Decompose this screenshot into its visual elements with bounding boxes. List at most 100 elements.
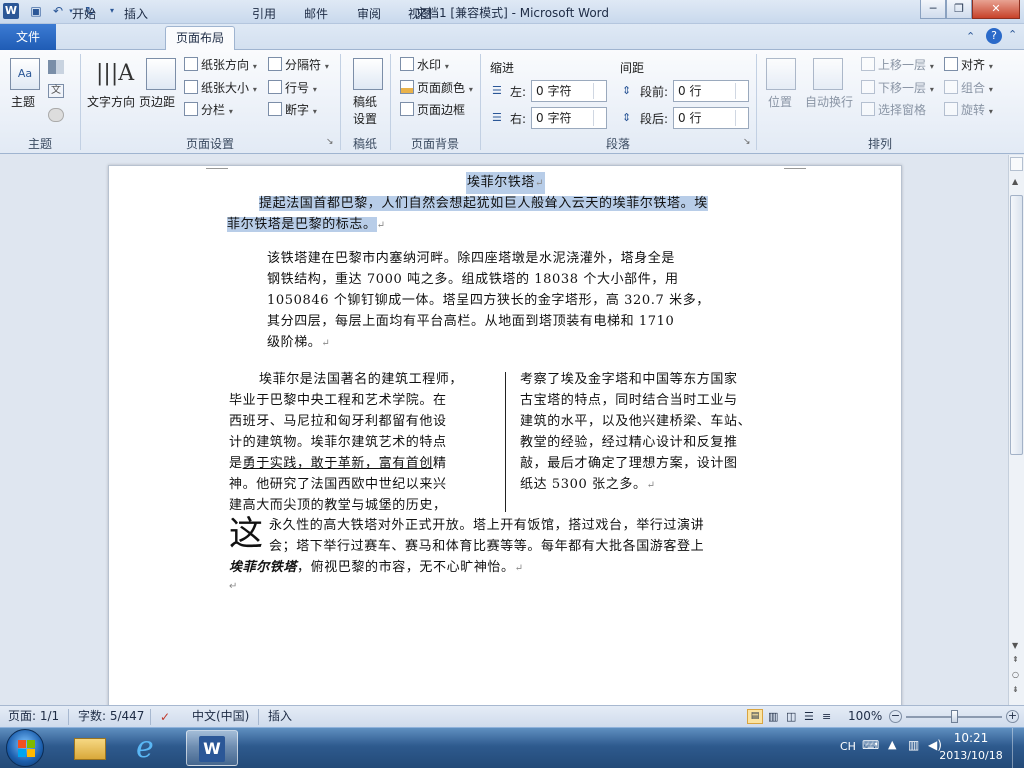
folder-icon — [74, 738, 106, 760]
page-borders-button[interactable]: 页面边框 — [400, 101, 465, 118]
text-direction-button[interactable]: 文字方向 — [87, 93, 135, 110]
tab-mailings[interactable]: 邮件 — [294, 3, 338, 26]
theme-fonts-icon[interactable]: 文 — [48, 84, 64, 98]
watermark-button[interactable]: 水印 ▾ — [400, 56, 449, 73]
page-count[interactable]: 页面: 1/1 — [8, 706, 59, 727]
draft-paper-icon[interactable] — [353, 58, 383, 90]
vertical-scrollbar[interactable]: ▲ ▼ ⇞ ○ ⇟ — [1008, 155, 1024, 705]
tab-review[interactable]: 审阅 — [347, 3, 391, 26]
web-layout-icon[interactable]: ◫ — [786, 706, 796, 727]
breaks-button[interactable]: 分隔符 ▾ — [268, 56, 329, 73]
help-icon[interactable]: ? — [986, 28, 1002, 44]
close-button[interactable]: ✕ — [972, 0, 1020, 19]
language-indicator[interactable]: 中文(中国) — [192, 706, 249, 727]
windows-logo-icon — [18, 740, 26, 748]
keyboard-icon[interactable]: ⌨ — [862, 738, 879, 752]
empty-paragraph-mark: ↵ — [229, 581, 238, 592]
tab-page-layout[interactable]: 页面布局 — [165, 26, 236, 50]
print-layout-icon[interactable]: ▤ — [747, 709, 763, 724]
orientation-button[interactable]: 纸张方向 ▾ — [184, 56, 257, 73]
zoom-level[interactable]: 100% — [848, 706, 882, 727]
next-page-icon[interactable]: ⇟ — [1012, 685, 1019, 694]
show-desktop-button[interactable] — [1012, 728, 1024, 768]
indent-left-icon: ☰ — [492, 84, 502, 97]
columns-button[interactable]: 分栏 ▾ — [184, 101, 233, 118]
wrap-text-icon[interactable] — [813, 58, 843, 90]
theme-effects-icon[interactable] — [48, 108, 64, 122]
tab-home[interactable]: 开始 — [62, 3, 106, 26]
draft-setup-button[interactable]: 设置 — [353, 110, 377, 127]
hyphenation-button[interactable]: 断字 ▾ — [268, 101, 317, 118]
wrap-text-button[interactable]: 自动换行 — [805, 93, 853, 110]
spacing-after-input[interactable]: 0 行 — [673, 107, 749, 129]
paragraph-dropcap[interactable]: 永久性的高大铁塔对外正式开放。塔上开有饭馆，搭过戏台，举行过演讲 会；塔下举行过… — [269, 515, 789, 557]
zoom-out-icon[interactable]: − — [889, 710, 902, 723]
outline-view-icon[interactable]: ☰ — [804, 706, 814, 727]
hyphenation-icon — [268, 102, 282, 116]
position-icon[interactable] — [766, 58, 796, 90]
scroll-thumb[interactable] — [1010, 195, 1023, 455]
send-backward-button[interactable]: 下移一层 ▾ — [861, 79, 934, 96]
rotate-button[interactable]: 旋转 ▾ — [944, 101, 993, 118]
margins-button[interactable]: 页边距 — [139, 93, 175, 110]
doc-title[interactable]: 埃菲尔铁塔↵ — [466, 172, 545, 194]
minimize-button[interactable]: ─ — [920, 0, 946, 19]
zoom-slider-thumb[interactable] — [951, 710, 958, 723]
group-button[interactable]: 组合 ▾ — [944, 79, 993, 96]
size-button[interactable]: 纸张大小 ▾ — [184, 79, 257, 96]
paragraph-intro[interactable]: 提起法国首都巴黎，人们自然会想起犹如巨人般耸入云天的埃菲尔铁塔。埃 菲尔铁塔是巴… — [227, 193, 787, 236]
insert-mode[interactable]: 插入 — [268, 706, 292, 727]
clock-date[interactable]: 2013/10/18 — [938, 749, 1004, 762]
scroll-up-icon[interactable]: ▲ — [1012, 177, 1018, 186]
draft-view-icon[interactable]: ≡ — [822, 706, 831, 727]
indent-left-input[interactable]: 0 字符 — [531, 80, 607, 102]
column-left[interactable]: 埃菲尔是法国著名的建筑工程师， 毕业于巴黎中央工程和艺术学院。在 西班牙、马尼拉… — [229, 369, 497, 516]
document-page[interactable]: 埃菲尔铁塔↵ 提起法国首都巴黎，人们自然会想起犹如巨人般耸入云天的埃菲尔铁塔。埃… — [108, 165, 902, 710]
draft-paper-button[interactable]: 稿纸 — [353, 93, 377, 110]
page-color-button[interactable]: 页面颜色 ▾ — [400, 79, 473, 96]
line-numbers-button[interactable]: 行号 ▾ — [268, 79, 317, 96]
indent-right-input[interactable]: 0 字符 — [531, 107, 607, 129]
themes-button[interactable]: 主题 — [11, 93, 35, 110]
margins-icon[interactable] — [146, 58, 176, 90]
zoom-in-icon[interactable]: + — [1006, 710, 1019, 723]
themes-icon[interactable]: Aa — [10, 58, 40, 90]
taskbar-ie[interactable]: e — [124, 730, 176, 766]
word-count[interactable]: 字数: 5/447 — [78, 706, 144, 727]
column-right[interactable]: 考察了埃及金字塔和中国等东方国家 古宝塔的特点，同时结合当时工业与 建筑的水平，… — [520, 369, 782, 496]
paragraph-structure[interactable]: 该铁塔建在巴黎市内塞纳河畔。除四座塔墩是水泥浇灌外，塔身全是 钢铁结构，重达 7… — [267, 248, 757, 354]
proofing-icon[interactable]: ✓ — [160, 707, 170, 728]
taskbar-explorer[interactable] — [64, 730, 116, 766]
status-bar: 页面: 1/1 字数: 5/447 ✓ 中文(中国) 插入 ▤ ▥ ◫ ☰ ≡ … — [0, 705, 1024, 727]
theme-colors-icon[interactable] — [48, 60, 64, 74]
position-button[interactable]: 位置 — [768, 93, 792, 110]
page-setup-launcher-icon[interactable]: ↘ — [326, 137, 334, 147]
tab-view[interactable]: 视图 — [398, 3, 442, 26]
scroll-down-icon[interactable]: ▼ — [1012, 641, 1018, 650]
clock-time[interactable]: 10:21 — [950, 731, 992, 745]
full-screen-reading-icon[interactable]: ▥ — [768, 706, 778, 727]
drop-cap[interactable]: 这 — [229, 514, 263, 554]
ruler-toggle-icon[interactable] — [1010, 157, 1023, 171]
network-icon[interactable]: ▥ — [908, 738, 919, 752]
text-direction-icon[interactable]: |||A — [96, 58, 134, 90]
tab-insert[interactable]: 插入 — [114, 3, 158, 26]
paragraph-dropcap-end[interactable]: 埃菲尔铁塔，俯视巴黎的市容，无不心旷神怡。↵ — [229, 557, 789, 579]
minimize-ribbon-icon[interactable]: ⌃ — [966, 30, 975, 43]
restore-button[interactable]: ❐ — [946, 0, 972, 19]
start-button[interactable] — [6, 729, 44, 767]
align-button[interactable]: 对齐 ▾ — [944, 56, 993, 73]
tab-file[interactable]: 文件 — [0, 24, 56, 50]
show-hidden-icons[interactable]: ▲ — [888, 738, 896, 751]
selection-pane-button[interactable]: 选择窗格 — [861, 101, 926, 118]
previous-page-icon[interactable]: ⇞ — [1012, 655, 1019, 664]
paragraph-launcher-icon[interactable]: ↘ — [743, 137, 751, 147]
indent-left-label: 左: — [510, 85, 527, 99]
bring-forward-button[interactable]: 上移一层 ▾ — [861, 56, 934, 73]
input-language[interactable]: CH — [840, 740, 856, 753]
ribbon-more-icon[interactable]: ⌃ — [1008, 28, 1017, 41]
tab-references[interactable]: 引用 — [242, 3, 286, 26]
taskbar-word[interactable]: W — [186, 730, 238, 766]
spacing-before-input[interactable]: 0 行 — [673, 80, 749, 102]
browse-object-icon[interactable]: ○ — [1012, 670, 1019, 679]
